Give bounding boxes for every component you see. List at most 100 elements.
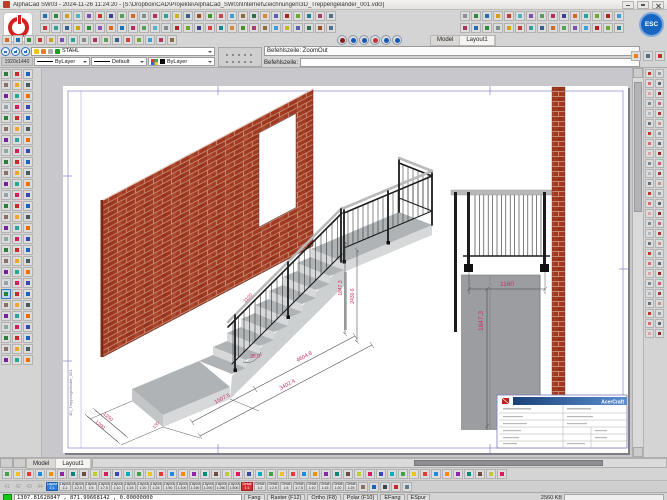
toolbar-icon[interactable] bbox=[655, 139, 664, 148]
toolbar-icon[interactable] bbox=[326, 11, 336, 21]
toolbar-icon[interactable] bbox=[442, 469, 452, 479]
toolbar-icon[interactable] bbox=[117, 11, 127, 21]
toolbar-icon[interactable] bbox=[128, 11, 138, 21]
toolbar-icon[interactable] bbox=[1, 135, 11, 145]
toolbar-icon[interactable] bbox=[559, 11, 569, 21]
toolbar-icon[interactable] bbox=[12, 212, 22, 222]
canvas-horizontal-scrollbar[interactable] bbox=[92, 458, 667, 468]
toolbar-icon[interactable] bbox=[266, 469, 276, 479]
toolbar-icon[interactable] bbox=[614, 23, 624, 33]
bottom-toolbar[interactable] bbox=[0, 468, 667, 480]
toolbar-icon[interactable] bbox=[12, 190, 22, 200]
toolbar-icon[interactable] bbox=[359, 35, 369, 45]
toolbar-icon[interactable] bbox=[23, 223, 33, 233]
linetype-select[interactable]: Default bbox=[91, 57, 147, 66]
toolbar-icon[interactable] bbox=[645, 329, 654, 338]
toolbar-icon[interactable] bbox=[655, 219, 664, 228]
toolbar-icon[interactable] bbox=[12, 179, 22, 189]
toolbar-icon[interactable] bbox=[106, 23, 116, 33]
toolbar-icon[interactable] bbox=[68, 469, 78, 479]
toolbar-icon[interactable] bbox=[46, 469, 56, 479]
toolbar-icon[interactable] bbox=[402, 482, 412, 492]
tab-layout1[interactable]: Layout1 bbox=[460, 36, 494, 45]
toolbar-icon[interactable] bbox=[1, 146, 11, 156]
toolbar-icon[interactable] bbox=[655, 309, 664, 318]
toolbar-icon[interactable] bbox=[194, 11, 204, 21]
toolbar-icon[interactable] bbox=[12, 91, 22, 101]
scale-button[interactable]: Layout1:25 bbox=[150, 482, 162, 491]
toolbar-row2-right[interactable] bbox=[460, 23, 624, 33]
toolbar-icon[interactable] bbox=[1, 91, 11, 101]
toolbar-icon[interactable] bbox=[12, 289, 22, 299]
toolbar-icon[interactable] bbox=[205, 11, 215, 21]
toolbar-icon[interactable] bbox=[603, 23, 613, 33]
toolbar-icon[interactable] bbox=[645, 119, 654, 128]
toolbar-icon[interactable] bbox=[645, 79, 654, 88]
layer-visibility-icon[interactable] bbox=[34, 49, 39, 54]
toolbar-icon[interactable] bbox=[205, 23, 215, 33]
toolbar-icon[interactable] bbox=[559, 23, 569, 33]
toolbar-icon[interactable] bbox=[277, 469, 287, 479]
toolbar-icon[interactable] bbox=[73, 23, 83, 33]
toolbar-icon[interactable] bbox=[23, 355, 33, 365]
toolbar-icon[interactable] bbox=[380, 482, 390, 492]
toolbar-icon[interactable] bbox=[288, 469, 298, 479]
toolbar-icon[interactable] bbox=[84, 23, 94, 33]
toolbar-icon[interactable] bbox=[211, 469, 221, 479]
toolbar-icon[interactable] bbox=[12, 201, 22, 211]
toolbar-icon[interactable] bbox=[12, 278, 22, 288]
toolbar-icon[interactable] bbox=[227, 23, 237, 33]
dock-handle-panel[interactable] bbox=[218, 47, 262, 67]
toolbar-icon[interactable] bbox=[526, 11, 536, 21]
tab-nav-left[interactable] bbox=[0, 458, 13, 468]
toolbar-icon[interactable] bbox=[1, 212, 11, 222]
toolbar-icon[interactable] bbox=[387, 469, 397, 479]
toolbar-icon[interactable] bbox=[73, 11, 83, 21]
detail-scale-buttons[interactable]: Detail1:1Detail1:2Detail1:2.5Detail1:5De… bbox=[241, 481, 357, 492]
toolbar-icon[interactable] bbox=[321, 469, 331, 479]
toolbar-icon[interactable] bbox=[655, 199, 664, 208]
toolbar-icon[interactable] bbox=[23, 91, 33, 101]
list-item[interactable]: Raster (F12) bbox=[267, 494, 306, 500]
toolbar-icon[interactable] bbox=[95, 11, 105, 21]
toolbar-icon[interactable] bbox=[592, 11, 602, 21]
toolbar-icon[interactable] bbox=[655, 79, 664, 88]
toolbar-icon[interactable] bbox=[12, 102, 22, 112]
toolbar-icon[interactable] bbox=[24, 469, 34, 479]
toolbar-icon[interactable] bbox=[645, 309, 654, 318]
toolbar-icon[interactable] bbox=[304, 23, 314, 33]
toolbar-icon[interactable] bbox=[12, 322, 22, 332]
toolbar-icon[interactable] bbox=[79, 35, 89, 45]
toolbar-icon[interactable] bbox=[655, 159, 664, 168]
toolbar-icon[interactable] bbox=[156, 35, 166, 45]
toolbar-icon[interactable] bbox=[62, 11, 72, 21]
toolbar-icon[interactable] bbox=[548, 23, 558, 33]
toolbar-icon[interactable] bbox=[645, 159, 654, 168]
toolbar-icon[interactable] bbox=[23, 135, 33, 145]
toolbar-icon[interactable] bbox=[46, 35, 56, 45]
toolbar-icon[interactable] bbox=[337, 35, 347, 45]
toolbar-icon[interactable] bbox=[645, 269, 654, 278]
toolbar-icon[interactable] bbox=[645, 149, 654, 158]
toolbar-icon[interactable] bbox=[183, 11, 193, 21]
toolbar-icon[interactable] bbox=[1, 245, 11, 255]
toolbar-icon[interactable] bbox=[348, 35, 358, 45]
toolbar-icon[interactable] bbox=[1, 278, 11, 288]
toolbar-icon[interactable] bbox=[23, 113, 33, 123]
toolbar-icon[interactable] bbox=[570, 11, 580, 21]
drawing-canvas[interactable]: 3D_Treppengeländer_001 bbox=[42, 68, 632, 457]
toolbar-icon[interactable] bbox=[57, 35, 67, 45]
toolbar-icon[interactable] bbox=[655, 149, 664, 158]
toolbar-icon[interactable] bbox=[150, 23, 160, 33]
toolbar-icon[interactable] bbox=[12, 124, 22, 134]
toolbar-icon[interactable] bbox=[655, 129, 664, 138]
toolbar-icon[interactable] bbox=[12, 234, 22, 244]
toolbar-icon[interactable] bbox=[2, 469, 12, 479]
scale-row-tail-icons[interactable] bbox=[358, 481, 412, 492]
toolbar-icon[interactable] bbox=[134, 35, 144, 45]
toolbar-icon[interactable] bbox=[13, 35, 23, 45]
close-button[interactable] bbox=[652, 1, 664, 9]
toolbar-icon[interactable] bbox=[112, 35, 122, 45]
toolbar-icon[interactable] bbox=[1, 234, 11, 244]
toolbar-icon[interactable] bbox=[12, 80, 22, 90]
